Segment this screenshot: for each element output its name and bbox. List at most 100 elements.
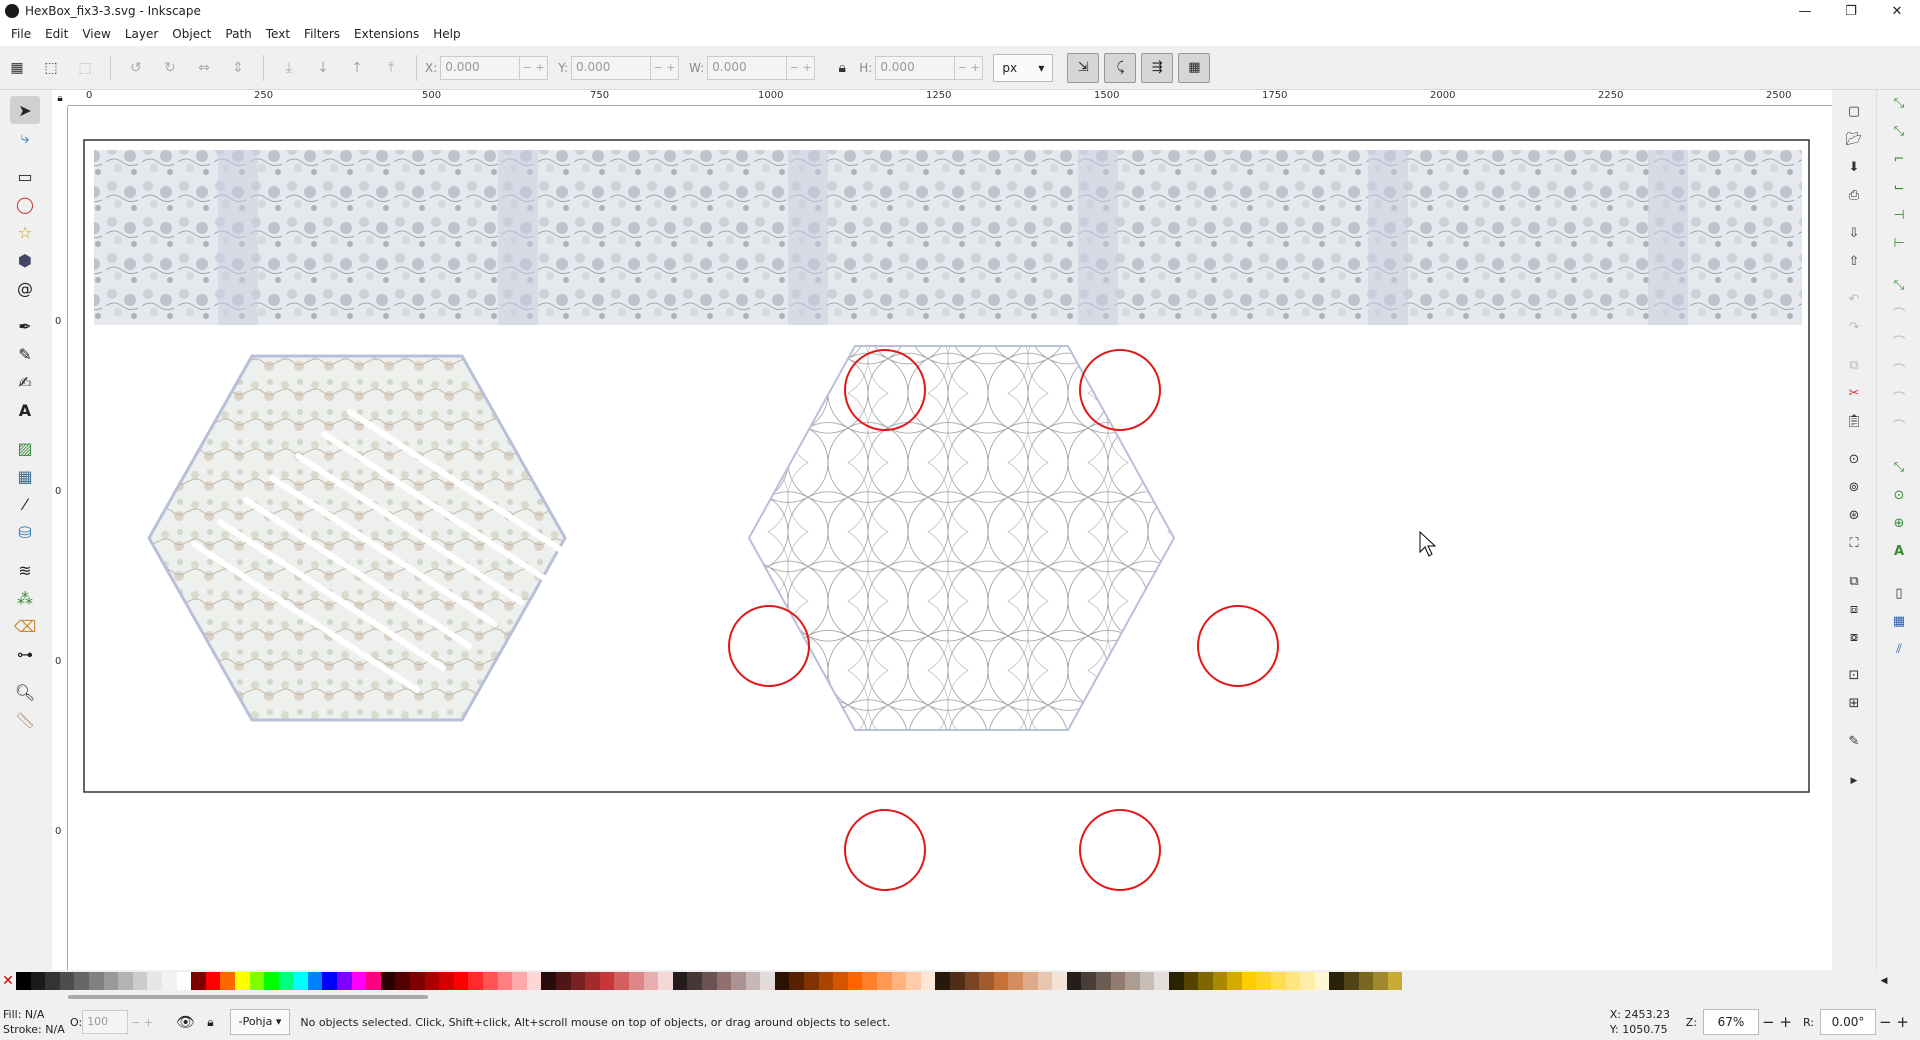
color-swatch[interactable]: [1081, 972, 1096, 990]
rotate-ccw-icon[interactable]: ↺: [125, 57, 147, 79]
color-swatch[interactable]: [1387, 972, 1403, 990]
color-swatch[interactable]: [512, 972, 527, 990]
color-swatch[interactable]: [453, 972, 469, 990]
snap-path-icon[interactable]: ⌒: [1887, 302, 1911, 324]
connector-tool-icon[interactable]: ⊶: [10, 640, 40, 668]
color-swatch[interactable]: [30, 972, 46, 990]
3d-box-tool-icon[interactable]: ⬢: [10, 246, 40, 274]
select-all-layers-icon[interactable]: ⬚: [40, 57, 62, 79]
snap-guide-icon[interactable]: ⫽: [1887, 638, 1911, 660]
vertical-ruler[interactable]: 0 0 0 0: [52, 106, 68, 970]
snap-bbox-icon[interactable]: ⤡: [1887, 120, 1911, 142]
color-swatch[interactable]: [1066, 972, 1082, 990]
snap-cusp-icon[interactable]: ⌒: [1887, 358, 1911, 380]
color-swatch[interactable]: [380, 972, 396, 990]
snap-text-baseline-icon[interactable]: A: [1887, 540, 1911, 562]
color-swatch[interactable]: [1300, 972, 1315, 990]
color-swatch[interactable]: [161, 972, 177, 990]
maximize-button[interactable]: ❐: [1828, 0, 1874, 22]
color-swatch[interactable]: [439, 972, 454, 990]
horizontal-scrollbar[interactable]: [68, 992, 1832, 1002]
color-swatch[interactable]: [672, 972, 688, 990]
no-paint-swatch-icon[interactable]: ✕: [0, 972, 16, 990]
color-swatch[interactable]: [745, 972, 761, 990]
spiral-tool-icon[interactable]: @: [10, 274, 40, 302]
cut-icon[interactable]: ✂: [1842, 382, 1866, 404]
color-swatch[interactable]: [468, 972, 483, 990]
x-input[interactable]: 0.000: [440, 55, 521, 80]
export-icon[interactable]: ⇧: [1842, 250, 1866, 272]
color-swatch[interactable]: [1358, 972, 1374, 990]
mesh-tool-icon[interactable]: ▦: [10, 462, 40, 490]
group-icon[interactable]: ⊡: [1842, 664, 1866, 686]
color-swatch[interactable]: [1198, 972, 1213, 990]
color-swatch[interactable]: [1329, 972, 1345, 990]
xml-editor-icon[interactable]: ✎: [1842, 730, 1866, 752]
gradient-tool-icon[interactable]: ▨: [10, 434, 40, 462]
color-swatch[interactable]: [1139, 972, 1155, 990]
menu-edit[interactable]: Edit: [38, 27, 75, 41]
color-swatch[interactable]: [88, 972, 104, 990]
snap-bbox-midpoint-icon[interactable]: ⊣: [1887, 204, 1911, 226]
more-arrow-icon[interactable]: ▶: [1842, 770, 1866, 792]
color-swatch[interactable]: [643, 972, 659, 990]
close-button[interactable]: ✕: [1874, 0, 1920, 22]
snap-toggle-icon[interactable]: ⤡: [1887, 92, 1911, 114]
color-swatch[interactable]: [701, 972, 717, 990]
color-swatch[interactable]: [1256, 972, 1272, 990]
measure-tool-icon[interactable]: 📏︎: [10, 706, 40, 734]
color-swatch[interactable]: [555, 972, 571, 990]
save-icon[interactable]: ⬇: [1842, 156, 1866, 178]
menu-view[interactable]: View: [75, 27, 117, 41]
undo-icon[interactable]: ↶: [1842, 288, 1866, 310]
color-swatch[interactable]: [628, 972, 644, 990]
dropper-tool-icon[interactable]: ⁄: [10, 490, 40, 518]
color-swatch[interactable]: [541, 972, 556, 990]
color-swatch[interactable]: [176, 972, 192, 990]
rotate-cw-icon[interactable]: ↻: [159, 57, 181, 79]
color-swatch[interactable]: [731, 972, 746, 990]
lock-ratio-icon[interactable]: 🔒︎: [831, 57, 853, 79]
color-swatch[interactable]: [1241, 972, 1257, 990]
color-swatch[interactable]: [1095, 972, 1111, 990]
unlink-clone-icon[interactable]: ⧇: [1842, 626, 1866, 648]
color-swatch[interactable]: [950, 972, 965, 990]
flip-horizontal-icon[interactable]: ⇔: [193, 57, 215, 79]
raise-to-top-icon[interactable]: ⤒: [380, 57, 402, 79]
h-stepper[interactable]: − +: [955, 55, 984, 80]
snap-bbox-corner-icon[interactable]: ⌙: [1887, 176, 1911, 198]
rotation-stepper[interactable]: − +: [1876, 1013, 1912, 1031]
rotation-input[interactable]: 0.00°: [1820, 1009, 1876, 1035]
pen-tool-icon[interactable]: ✒: [10, 312, 40, 340]
zoom-stepper[interactable]: − +: [1759, 1013, 1795, 1031]
color-swatch[interactable]: [658, 972, 673, 990]
paste-icon[interactable]: 📋︎: [1842, 410, 1866, 432]
duplicate-icon[interactable]: ⧉: [1842, 570, 1866, 592]
zoom-drawing-icon[interactable]: ⊚: [1842, 476, 1866, 498]
move-patterns-toggle[interactable]: ▦: [1178, 52, 1211, 83]
ungroup-icon[interactable]: ⊞: [1842, 692, 1866, 714]
color-swatch[interactable]: [993, 972, 1009, 990]
snap-page-border-icon[interactable]: ▯: [1887, 582, 1911, 604]
color-swatch[interactable]: [147, 972, 162, 990]
color-swatch[interactable]: [920, 972, 936, 990]
color-swatch[interactable]: [45, 972, 60, 990]
color-swatch[interactable]: [1227, 972, 1242, 990]
color-swatch[interactable]: [1052, 972, 1067, 990]
color-swatch[interactable]: [1110, 972, 1126, 990]
print-icon[interactable]: ⎙: [1842, 184, 1866, 206]
color-swatch[interactable]: [1212, 972, 1228, 990]
move-gradients-toggle[interactable]: ⇶: [1141, 52, 1174, 83]
snap-midpoint-icon[interactable]: ⌒: [1887, 414, 1911, 436]
color-swatch[interactable]: [614, 972, 629, 990]
unit-select[interactable]: px ▾: [993, 53, 1054, 82]
color-swatch[interactable]: [687, 972, 702, 990]
snap-grid-icon[interactable]: ▦: [1887, 610, 1911, 632]
color-swatch[interactable]: [132, 972, 148, 990]
rectangle-tool-icon[interactable]: ▭: [10, 162, 40, 190]
deselect-icon[interactable]: ⬚: [74, 57, 96, 79]
color-swatch[interactable]: [293, 972, 308, 990]
color-swatch[interactable]: [570, 972, 586, 990]
color-swatch[interactable]: [1008, 972, 1023, 990]
color-swatch[interactable]: [891, 972, 907, 990]
